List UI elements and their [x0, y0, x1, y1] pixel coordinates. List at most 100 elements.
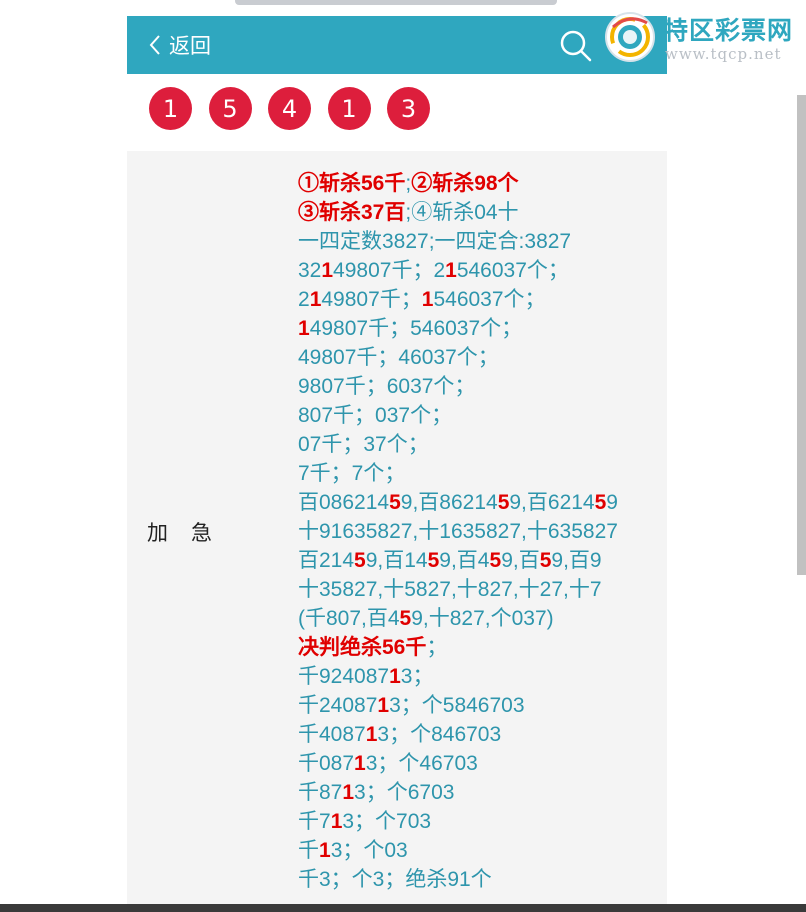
highlight-text: 1: [365, 723, 378, 746]
prediction-line: 千92408713；: [298, 662, 658, 691]
prediction-line: 千13；个03: [298, 836, 658, 865]
prediction-line: 7千；7个；: [298, 459, 658, 488]
prediction-text: ①斩杀56千;②斩杀98个 ③斩杀37百;④斩杀04十 一四定数3827;一四定合:…: [298, 169, 658, 894]
search-icon: [560, 30, 592, 62]
search-button[interactable]: [559, 29, 593, 63]
line-text: 3；个5846703: [389, 694, 525, 717]
highlight-text: 1: [354, 752, 366, 775]
highlight-text: ①斩杀56千: [298, 172, 406, 195]
site-url: www.tqcp.net: [665, 45, 782, 63]
line-text: 3；个846703: [377, 723, 502, 746]
line-text: 百086214: [298, 491, 390, 514]
line-text: 49807千；46037个；: [298, 346, 499, 369]
prediction-line: 十91635827,十1635827,十635827: [298, 517, 658, 546]
line-text: 32: [298, 259, 322, 282]
prediction-line: 百08621459,百8621459,百621459: [298, 488, 658, 517]
highlight-text: 5: [539, 549, 552, 572]
logo-emblem-icon: [605, 12, 655, 62]
line-text: 3；个703: [342, 810, 432, 833]
vertical-scrollbar[interactable]: [797, 95, 806, 575]
line-text: 3；个03: [330, 839, 408, 862]
line-text: 9,百6214: [509, 491, 595, 514]
result-ball: 5: [208, 87, 252, 130]
prediction-line: 807千；037个；: [298, 401, 658, 430]
line-text: ;④斩杀04十: [405, 201, 519, 224]
prediction-line: 49807千；46037个；: [298, 343, 658, 372]
line-text: 9,百4: [439, 549, 490, 572]
prediction-line: 百21459,百1459,百459,百59,百9: [298, 546, 658, 575]
highlight-text: 5: [354, 549, 366, 572]
top-nav-bar: 返回: [127, 16, 667, 74]
prediction-line: ③斩杀37百;④斩杀04十: [298, 198, 658, 227]
line-text: 3；个46703: [365, 752, 478, 775]
line-text: 3；: [400, 665, 434, 688]
result-balls: 1 5 4 1 3: [149, 87, 447, 130]
highlight-text: 5: [594, 491, 607, 514]
prediction-line: 千713；个703: [298, 807, 658, 836]
line-text: 7千；7个；: [298, 462, 406, 485]
line-text: 49807千；546037个；: [309, 317, 523, 340]
line-text: 49807千；: [321, 288, 422, 311]
highlight-text: 1: [298, 317, 310, 340]
line-text: ；: [426, 636, 448, 659]
top-scroll-indicator: [235, 0, 557, 5]
line-text: 千7: [298, 810, 331, 833]
line-text: 07千；37个；: [298, 433, 429, 456]
result-ball: 1: [327, 87, 371, 130]
section-label: 加 急: [147, 521, 213, 545]
highlight-text: 1: [319, 839, 331, 862]
prediction-line: 决判绝杀56千；: [298, 633, 658, 662]
bottom-bar: [0, 904, 806, 912]
line-text: 十91635827,十1635827,十635827: [298, 520, 618, 543]
highlight-text: 1: [321, 259, 334, 282]
prediction-line: (千807,百459,十827,个037): [298, 604, 658, 633]
chevron-left-icon: [149, 35, 160, 55]
prediction-line: 32149807千；21546037个；: [298, 256, 658, 285]
prediction-line: 一四定数3827;一四定合:3827: [298, 227, 658, 256]
site-title: 特区彩票网: [663, 16, 794, 45]
line-text: 9807千；6037个；: [298, 375, 476, 398]
back-label: 返回: [169, 34, 211, 58]
highlight-text: ③斩杀37百: [298, 201, 406, 224]
highlight-text: 决判绝杀56千: [298, 636, 427, 659]
line-text: 49807千；2: [333, 259, 446, 282]
prediction-line: ①斩杀56千;②斩杀98个: [298, 169, 658, 198]
highlight-text: 5: [399, 607, 412, 630]
highlight-text: 1: [377, 694, 390, 717]
line-text: 千: [298, 839, 319, 862]
prediction-line: 149807千；546037个；: [298, 314, 658, 343]
prediction-line: 07千；37个；: [298, 430, 658, 459]
line-text: 2: [298, 288, 310, 311]
line-text: 千87: [298, 781, 343, 804]
line-text: 9: [606, 491, 618, 514]
prediction-line: 千3；个3；绝杀91个: [298, 865, 658, 894]
highlight-text: 1: [309, 288, 322, 311]
highlight-text: 1: [330, 810, 343, 833]
line-text: 546037个；: [456, 259, 569, 282]
highlight-text: 1: [389, 665, 401, 688]
highlight-text: 5: [389, 491, 401, 514]
highlight-text: 5: [497, 491, 510, 514]
line-text: 百214: [298, 549, 355, 572]
line-text: 9,百86214: [400, 491, 498, 514]
result-ball: 3: [387, 87, 430, 130]
line-text: 807千；037个；: [298, 404, 453, 427]
line-text: (千807,百4: [298, 607, 400, 630]
prediction-line: 千8713；个6703: [298, 778, 658, 807]
line-text: 千4087: [298, 723, 366, 746]
highlight-text: 1: [421, 288, 434, 311]
highlight-text: ②斩杀98个: [411, 172, 519, 195]
result-ball: 4: [268, 87, 311, 130]
site-logo[interactable]: 特区彩票网 www.tqcp.net: [603, 9, 806, 67]
prediction-line: 千408713；个846703: [298, 720, 658, 749]
prediction-line: 十35827,十5827,十827,十27,十7: [298, 575, 658, 604]
prediction-line: 9807千；6037个；: [298, 372, 658, 401]
line-text: 一四定数3827;一四定合:3827: [298, 230, 572, 253]
line-text: 千24087: [298, 694, 378, 717]
back-button[interactable]: 返回: [149, 30, 211, 60]
line-text: 千3；个3；绝杀91个: [298, 868, 492, 891]
line-text: 546037个；: [433, 288, 546, 311]
line-text: 9,百9: [551, 549, 602, 572]
line-text: 9,十827,个037): [411, 607, 554, 630]
line-text: 3；个6703: [354, 781, 455, 804]
